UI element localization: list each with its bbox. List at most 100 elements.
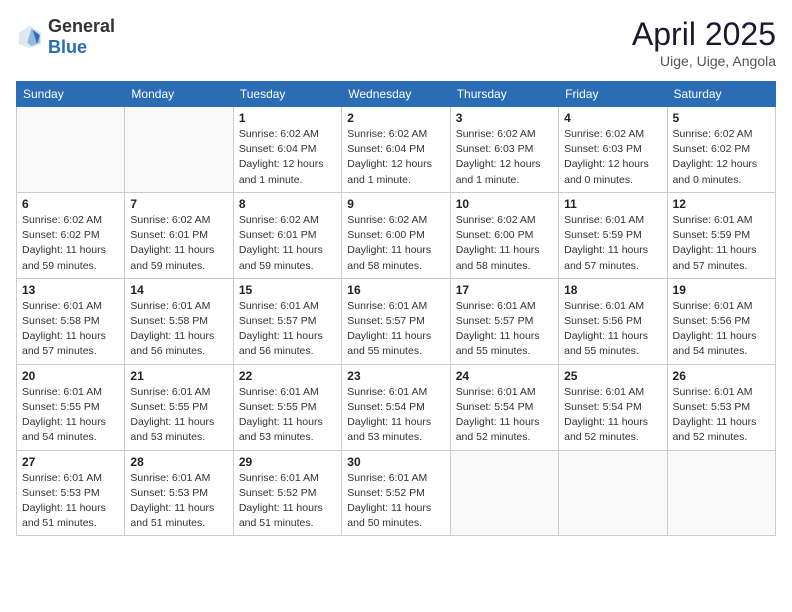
calendar-cell: 26 Sunrise: 6:01 AMSunset: 5:53 PMDayligh… — [667, 364, 775, 450]
day-number: 1 — [239, 111, 336, 125]
day-info: Sunrise: 6:02 AMSunset: 6:04 PMDaylight:… — [347, 127, 444, 188]
day-info: Sunrise: 6:01 AMSunset: 5:54 PMDaylight:… — [564, 385, 661, 446]
day-info: Sunrise: 6:01 AMSunset: 5:53 PMDaylight:… — [673, 385, 770, 446]
day-number: 28 — [130, 455, 227, 469]
day-number: 29 — [239, 455, 336, 469]
week-row-1: 1 Sunrise: 6:02 AMSunset: 6:04 PMDaylight… — [17, 107, 776, 193]
day-number: 15 — [239, 283, 336, 297]
calendar-cell: 4 Sunrise: 6:02 AMSunset: 6:03 PMDaylight… — [559, 107, 667, 193]
day-number: 11 — [564, 197, 661, 211]
calendar-cell: 14 Sunrise: 6:01 AMSunset: 5:58 PMDayligh… — [125, 278, 233, 364]
calendar-cell: 16Sunrise: 6:01 AMSunset: 5:57 PMDayligh… — [342, 278, 450, 364]
logo-text-block: General Blue — [48, 16, 115, 58]
weekday-header-wednesday: Wednesday — [342, 82, 450, 107]
day-info: Sunrise: 6:01 AMSunset: 5:59 PMDaylight:… — [673, 213, 770, 274]
day-info: Sunrise: 6:01 AMSunset: 5:57 PMDaylight:… — [347, 299, 444, 360]
weekday-header-sunday: Sunday — [17, 82, 125, 107]
calendar-cell: 29 Sunrise: 6:01 AMSunset: 5:52 PMDayligh… — [233, 450, 341, 536]
day-number: 26 — [673, 369, 770, 383]
calendar-cell — [559, 450, 667, 536]
calendar-cell: 18 Sunrise: 6:01 AMSunset: 5:56 PMDayligh… — [559, 278, 667, 364]
calendar-cell — [450, 450, 558, 536]
day-info: Sunrise: 6:02 AMSunset: 6:01 PMDaylight:… — [130, 213, 227, 274]
week-row-3: 13Sunrise: 6:01 AMSunset: 5:58 PMDayligh… — [17, 278, 776, 364]
day-number: 22 — [239, 369, 336, 383]
calendar-cell — [17, 107, 125, 193]
calendar-cell: 17 Sunrise: 6:01 AMSunset: 5:57 PMDayligh… — [450, 278, 558, 364]
calendar-cell: 11Sunrise: 6:01 AMSunset: 5:59 PMDayligh… — [559, 192, 667, 278]
calendar-cell: 3 Sunrise: 6:02 AMSunset: 6:03 PMDaylight… — [450, 107, 558, 193]
day-number: 3 — [456, 111, 553, 125]
day-number: 14 — [130, 283, 227, 297]
day-number: 8 — [239, 197, 336, 211]
calendar-cell: 23Sunrise: 6:01 AMSunset: 5:54 PMDayligh… — [342, 364, 450, 450]
calendar-cell: 1Sunrise: 6:02 AMSunset: 6:04 PMDaylight… — [233, 107, 341, 193]
calendar-cell — [667, 450, 775, 536]
day-number: 17 — [456, 283, 553, 297]
day-number: 30 — [347, 455, 444, 469]
day-info: Sunrise: 6:01 AMSunset: 5:54 PMDaylight:… — [347, 385, 444, 446]
calendar-cell — [125, 107, 233, 193]
calendar-cell: 12 Sunrise: 6:01 AMSunset: 5:59 PMDayligh… — [667, 192, 775, 278]
day-number: 18 — [564, 283, 661, 297]
calendar-cell: 27Sunrise: 6:01 AMSunset: 5:53 PMDayligh… — [17, 450, 125, 536]
day-info: Sunrise: 6:01 AMSunset: 5:52 PMDaylight:… — [347, 471, 444, 532]
day-info: Sunrise: 6:02 AMSunset: 6:02 PMDaylight:… — [673, 127, 770, 188]
calendar-cell: 7 Sunrise: 6:02 AMSunset: 6:01 PMDaylight… — [125, 192, 233, 278]
title-block: April 2025 Uige, Uige, Angola — [632, 16, 776, 69]
month-title: April 2025 — [632, 16, 776, 53]
calendar-cell: 2Sunrise: 6:02 AMSunset: 6:04 PMDaylight… — [342, 107, 450, 193]
day-info: Sunrise: 6:01 AMSunset: 5:55 PMDaylight:… — [22, 385, 119, 446]
day-number: 24 — [456, 369, 553, 383]
day-info: Sunrise: 6:02 AMSunset: 6:03 PMDaylight:… — [456, 127, 553, 188]
day-info: Sunrise: 6:01 AMSunset: 5:58 PMDaylight:… — [22, 299, 119, 360]
calendar-table: SundayMondayTuesdayWednesdayThursdayFrid… — [16, 81, 776, 536]
calendar-cell: 20 Sunrise: 6:01 AMSunset: 5:55 PMDayligh… — [17, 364, 125, 450]
calendar-cell: 19Sunrise: 6:01 AMSunset: 5:56 PMDayligh… — [667, 278, 775, 364]
weekday-header-monday: Monday — [125, 82, 233, 107]
calendar-header-row: SundayMondayTuesdayWednesdayThursdayFrid… — [17, 82, 776, 107]
day-number: 7 — [130, 197, 227, 211]
calendar-cell: 8Sunrise: 6:02 AMSunset: 6:01 PMDaylight… — [233, 192, 341, 278]
day-info: Sunrise: 6:01 AMSunset: 5:53 PMDaylight:… — [22, 471, 119, 532]
weekday-header-thursday: Thursday — [450, 82, 558, 107]
day-info: Sunrise: 6:02 AMSunset: 6:03 PMDaylight:… — [564, 127, 661, 188]
week-row-4: 20 Sunrise: 6:01 AMSunset: 5:55 PMDayligh… — [17, 364, 776, 450]
day-number: 10 — [456, 197, 553, 211]
calendar-cell: 21 Sunrise: 6:01 AMSunset: 5:55 PMDayligh… — [125, 364, 233, 450]
weekday-header-friday: Friday — [559, 82, 667, 107]
day-info: Sunrise: 6:01 AMSunset: 5:55 PMDaylight:… — [239, 385, 336, 446]
day-number: 4 — [564, 111, 661, 125]
calendar-cell: 9Sunrise: 6:02 AMSunset: 6:00 PMDaylight… — [342, 192, 450, 278]
day-number: 12 — [673, 197, 770, 211]
day-number: 21 — [130, 369, 227, 383]
day-info: Sunrise: 6:01 AMSunset: 5:56 PMDaylight:… — [564, 299, 661, 360]
calendar-cell: 22 Sunrise: 6:01 AMSunset: 5:55 PMDayligh… — [233, 364, 341, 450]
week-row-2: 6Sunrise: 6:02 AMSunset: 6:02 PMDaylight… — [17, 192, 776, 278]
day-number: 5 — [673, 111, 770, 125]
day-info: Sunrise: 6:01 AMSunset: 5:57 PMDaylight:… — [456, 299, 553, 360]
logo-icon — [16, 23, 44, 51]
day-info: Sunrise: 6:01 AMSunset: 5:57 PMDaylight:… — [239, 299, 336, 360]
logo-blue: Blue — [48, 37, 87, 57]
calendar-cell: 25 Sunrise: 6:01 AMSunset: 5:54 PMDayligh… — [559, 364, 667, 450]
calendar-cell: 10 Sunrise: 6:02 AMSunset: 6:00 PMDayligh… — [450, 192, 558, 278]
day-info: Sunrise: 6:01 AMSunset: 5:54 PMDaylight:… — [456, 385, 553, 446]
day-info: Sunrise: 6:01 AMSunset: 5:53 PMDaylight:… — [130, 471, 227, 532]
day-info: Sunrise: 6:01 AMSunset: 5:56 PMDaylight:… — [673, 299, 770, 360]
calendar-cell: 15 Sunrise: 6:01 AMSunset: 5:57 PMDayligh… — [233, 278, 341, 364]
day-number: 9 — [347, 197, 444, 211]
day-info: Sunrise: 6:01 AMSunset: 5:55 PMDaylight:… — [130, 385, 227, 446]
calendar-cell: 13Sunrise: 6:01 AMSunset: 5:58 PMDayligh… — [17, 278, 125, 364]
day-info: Sunrise: 6:01 AMSunset: 5:58 PMDaylight:… — [130, 299, 227, 360]
page-header: General Blue April 2025 Uige, Uige, Ango… — [16, 16, 776, 69]
calendar-cell: 5 Sunrise: 6:02 AMSunset: 6:02 PMDaylight… — [667, 107, 775, 193]
day-info: Sunrise: 6:01 AMSunset: 5:52 PMDaylight:… — [239, 471, 336, 532]
logo[interactable]: General Blue — [16, 16, 115, 58]
day-number: 25 — [564, 369, 661, 383]
calendar-cell: 28 Sunrise: 6:01 AMSunset: 5:53 PMDayligh… — [125, 450, 233, 536]
day-info: Sunrise: 6:02 AMSunset: 6:02 PMDaylight:… — [22, 213, 119, 274]
day-info: Sunrise: 6:02 AMSunset: 6:00 PMDaylight:… — [456, 213, 553, 274]
location-title: Uige, Uige, Angola — [632, 53, 776, 69]
day-number: 20 — [22, 369, 119, 383]
